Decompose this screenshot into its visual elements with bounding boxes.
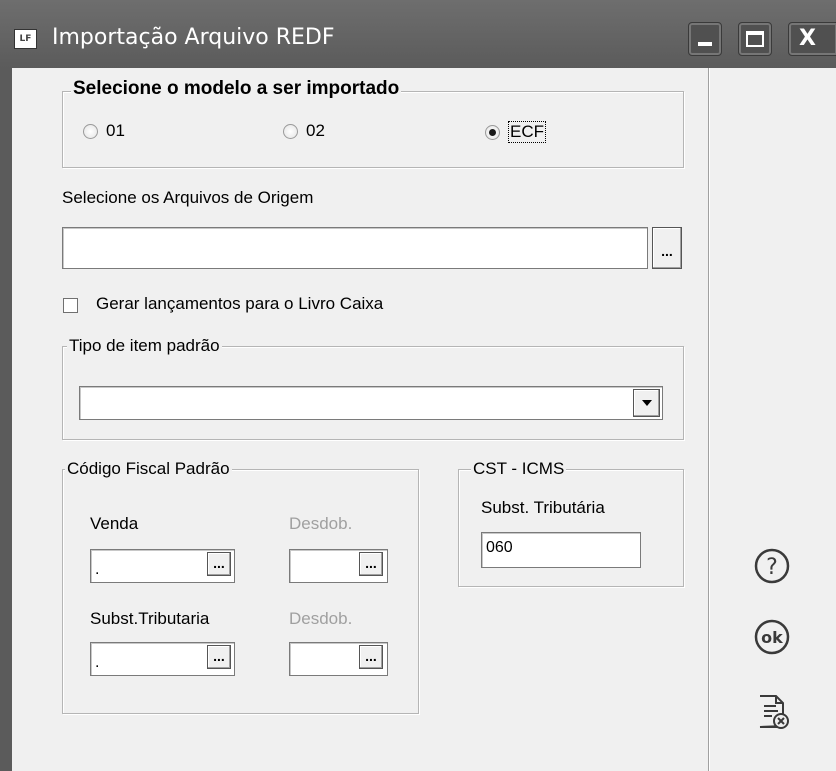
minimize-button[interactable]	[688, 22, 722, 56]
close-button[interactable]	[788, 22, 836, 56]
desdob-browse-button-1[interactable]: ...	[359, 552, 383, 576]
radio-dot[interactable]	[83, 123, 98, 139]
livro-caixa-checkbox[interactable]	[63, 298, 78, 313]
desdob-browse-button-2[interactable]: ...	[359, 645, 383, 669]
tipo-item-legend: Tipo de item padrão	[67, 336, 222, 356]
cancel-document-icon[interactable]	[752, 692, 792, 732]
venda-browse-button[interactable]: ...	[207, 552, 231, 576]
help-icon[interactable]: ?	[752, 546, 792, 586]
app-icon[interactable]: LF	[14, 29, 37, 49]
subst-tributaria-label: Subst.Tributaria	[90, 609, 210, 628]
subst-tributaria-browse-button[interactable]: ...	[207, 645, 231, 669]
radio-dot[interactable]	[283, 123, 298, 139]
radio-label: 01	[106, 121, 125, 140]
title-bar: LF Importação Arquivo REDF	[0, 0, 836, 68]
codigo-fiscal-group: Código Fiscal Padrão Venda Desdob. . ...…	[62, 459, 419, 714]
window-title: Importação Arquivo REDF	[52, 25, 335, 50]
cst-icms-legend: CST - ICMS	[471, 459, 567, 479]
browse-arquivos-button[interactable]: ...	[652, 227, 682, 269]
arquivos-input[interactable]	[62, 227, 648, 269]
tipo-item-select[interactable]	[79, 386, 663, 420]
maximize-button[interactable]	[738, 22, 772, 56]
tipo-item-dropdown-button[interactable]	[633, 389, 660, 417]
codigo-fiscal-legend: Código Fiscal Padrão	[65, 459, 232, 479]
radio-modelo-02[interactable]: 02	[283, 121, 325, 141]
radio-modelo-01[interactable]: 01	[83, 121, 125, 141]
radio-label: 02	[306, 121, 325, 140]
tipo-item-group: Tipo de item padrão	[62, 336, 684, 440]
cst-icms-group: CST - ICMS Subst. Tributária 060	[458, 459, 684, 587]
cst-subst-tributaria-label: Subst. Tributária	[481, 498, 605, 517]
panel-divider-highlight	[709, 68, 710, 771]
desdob-label-2: Desdob.	[289, 609, 353, 628]
radio-dot[interactable]	[485, 124, 500, 140]
window-frame	[0, 68, 12, 771]
radio-label: ECF	[508, 121, 546, 143]
radio-modelo-ecf[interactable]: ECF	[485, 121, 546, 143]
modelo-group: Selecione o modelo a ser importado 01 02…	[62, 79, 684, 168]
venda-label: Venda	[90, 514, 139, 533]
cst-subst-tributaria-input[interactable]: 060	[481, 532, 641, 568]
svg-text:?: ?	[766, 555, 778, 580]
livro-caixa-label: Gerar lançamentos para o Livro Caixa	[96, 294, 384, 313]
ok-icon[interactable]: ok	[752, 617, 792, 657]
ok-icon-label: ok	[761, 628, 783, 647]
modelo-legend: Selecione o modelo a ser importado	[71, 78, 402, 99]
desdob-label-1: Desdob.	[289, 514, 353, 533]
arquivos-label: Selecione os Arquivos de Origem	[62, 188, 314, 207]
